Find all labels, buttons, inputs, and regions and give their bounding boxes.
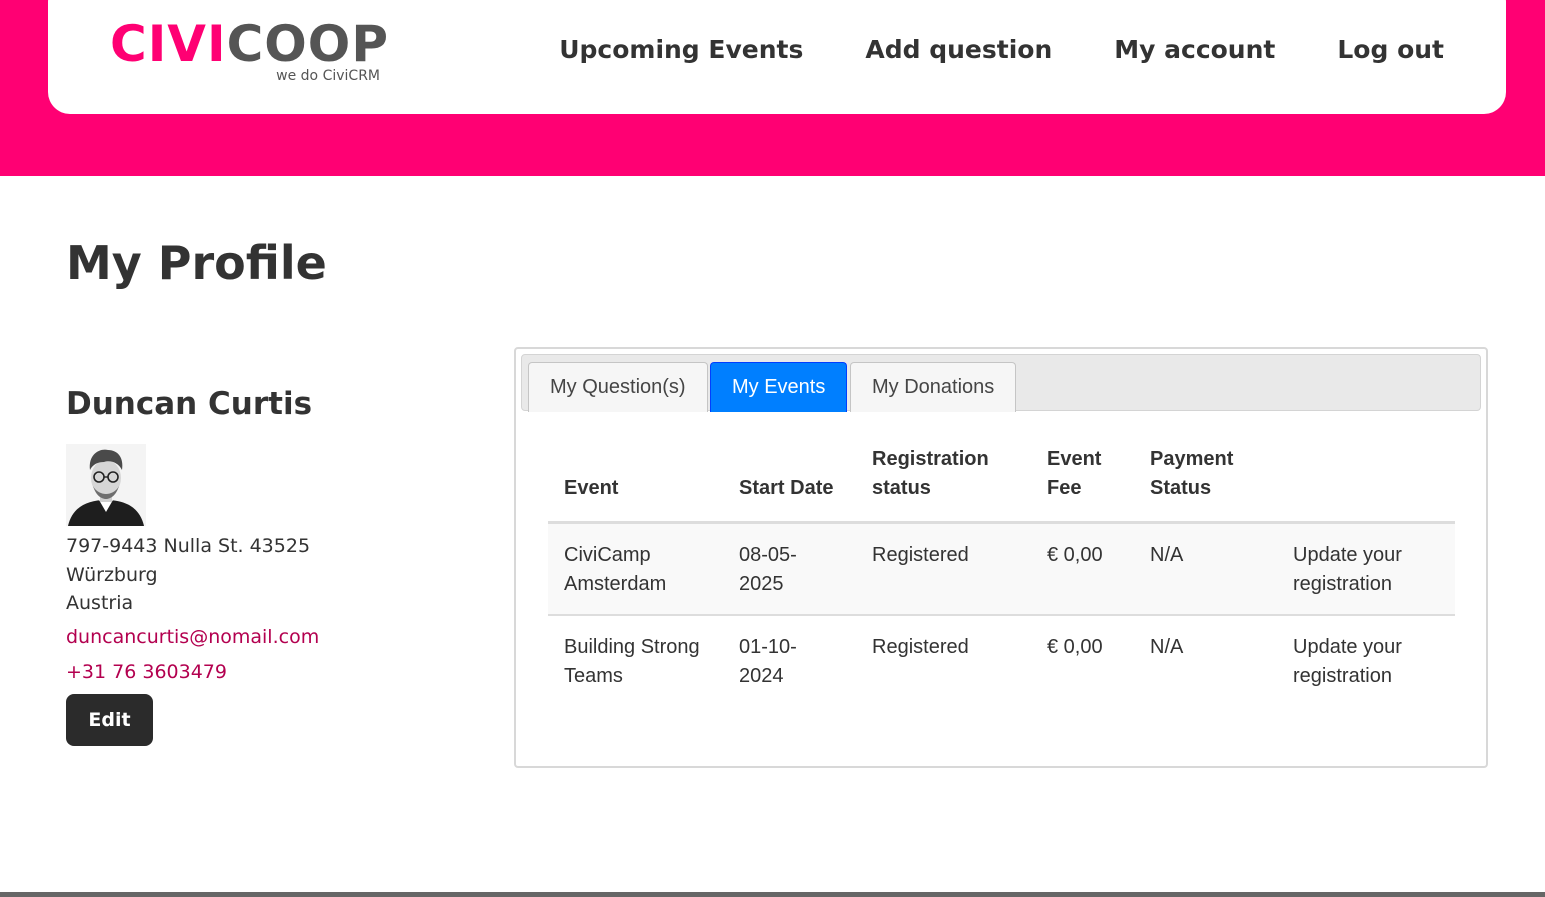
- cell-payment-status: N/A: [1150, 636, 1184, 658]
- events-table: Event Start Date Registration status Eve…: [548, 437, 1455, 706]
- nav-link-upcoming-events[interactable]: Upcoming Events: [559, 30, 803, 70]
- nav-link-log-out[interactable]: Log out: [1337, 30, 1444, 70]
- cell-event-fee: € 0,00: [1031, 522, 1134, 616]
- civicoop-logo[interactable]: CIVICOOP we do CiviCRM: [110, 15, 388, 86]
- tab-bar: My Question(s) My Events My Donations: [521, 354, 1481, 412]
- logo-text-coop: COOP: [226, 15, 389, 73]
- profile-tabs-panel: My Question(s) My Events My Donations Ev…: [514, 347, 1488, 768]
- main-navigation: Upcoming Events Add question My account …: [559, 30, 1444, 70]
- profile-phone-link[interactable]: +31 76 3603479: [66, 655, 466, 690]
- profile-card: Duncan Curtis 797-9443 Nulla St. 43525 W…: [66, 386, 466, 746]
- site-header: CIVICOOP we do CiviCRM Upcoming Events A…: [48, 0, 1506, 114]
- column-header-event-fee: Event Fee: [1031, 437, 1134, 524]
- cell-event-fee: € 0,00: [1047, 636, 1103, 658]
- cell-payment-status: N/A: [1134, 522, 1277, 616]
- cell-event-name: Building Strong Teams: [564, 636, 700, 687]
- profile-address: 797-9443 Nulla St. 43525 Würzburg Austri…: [66, 532, 466, 618]
- table-row: CiviCamp Amsterdam 08-05-2025 Registered…: [548, 522, 1455, 616]
- address-line-country: Austria: [66, 592, 134, 614]
- avatar-portrait-icon: [66, 444, 146, 526]
- tab-my-questions[interactable]: My Question(s): [528, 362, 708, 412]
- column-header-event: Event: [548, 437, 723, 524]
- logo-tagline: we do CiviCRM: [276, 68, 380, 84]
- update-registration-link[interactable]: Update your registration: [1277, 615, 1455, 706]
- cell-registration-status: Registered: [856, 522, 1031, 616]
- edit-profile-button[interactable]: Edit: [66, 693, 153, 746]
- logo-text-civi: CIVI: [110, 15, 227, 73]
- nav-link-add-question[interactable]: Add question: [865, 30, 1052, 70]
- address-line-street: 797-9443 Nulla St. 43525: [66, 535, 311, 557]
- table-header-row: Event Start Date Registration status Eve…: [548, 437, 1455, 524]
- address-line-city: Würzburg: [66, 563, 158, 586]
- column-header-payment-status: Payment Status: [1134, 437, 1277, 524]
- column-header-actions: [1277, 437, 1455, 524]
- update-registration-link[interactable]: Update your registration: [1277, 522, 1455, 616]
- nav-link-my-account[interactable]: My account: [1114, 30, 1275, 70]
- avatar: [66, 444, 146, 526]
- cell-registration-status: Registered: [872, 636, 969, 658]
- profile-name: Duncan Curtis: [66, 386, 313, 422]
- footer-divider: [0, 892, 1545, 897]
- profile-email-link[interactable]: duncancurtis@nomail.com: [66, 620, 466, 655]
- cell-start-date: 01-10-2024: [739, 636, 797, 687]
- cell-event-name: CiviCamp Amsterdam: [548, 522, 723, 616]
- table-row: Building Strong Teams 01-10-2024 Registe…: [548, 615, 1455, 706]
- column-header-registration-status: Registration status: [856, 437, 1031, 524]
- column-header-start-date: Start Date: [723, 437, 856, 524]
- cell-start-date: 08-05-2025: [723, 522, 856, 616]
- page-title: My Profile: [66, 236, 327, 290]
- tab-my-donations[interactable]: My Donations: [850, 362, 1017, 412]
- tab-my-events[interactable]: My Events: [710, 362, 848, 412]
